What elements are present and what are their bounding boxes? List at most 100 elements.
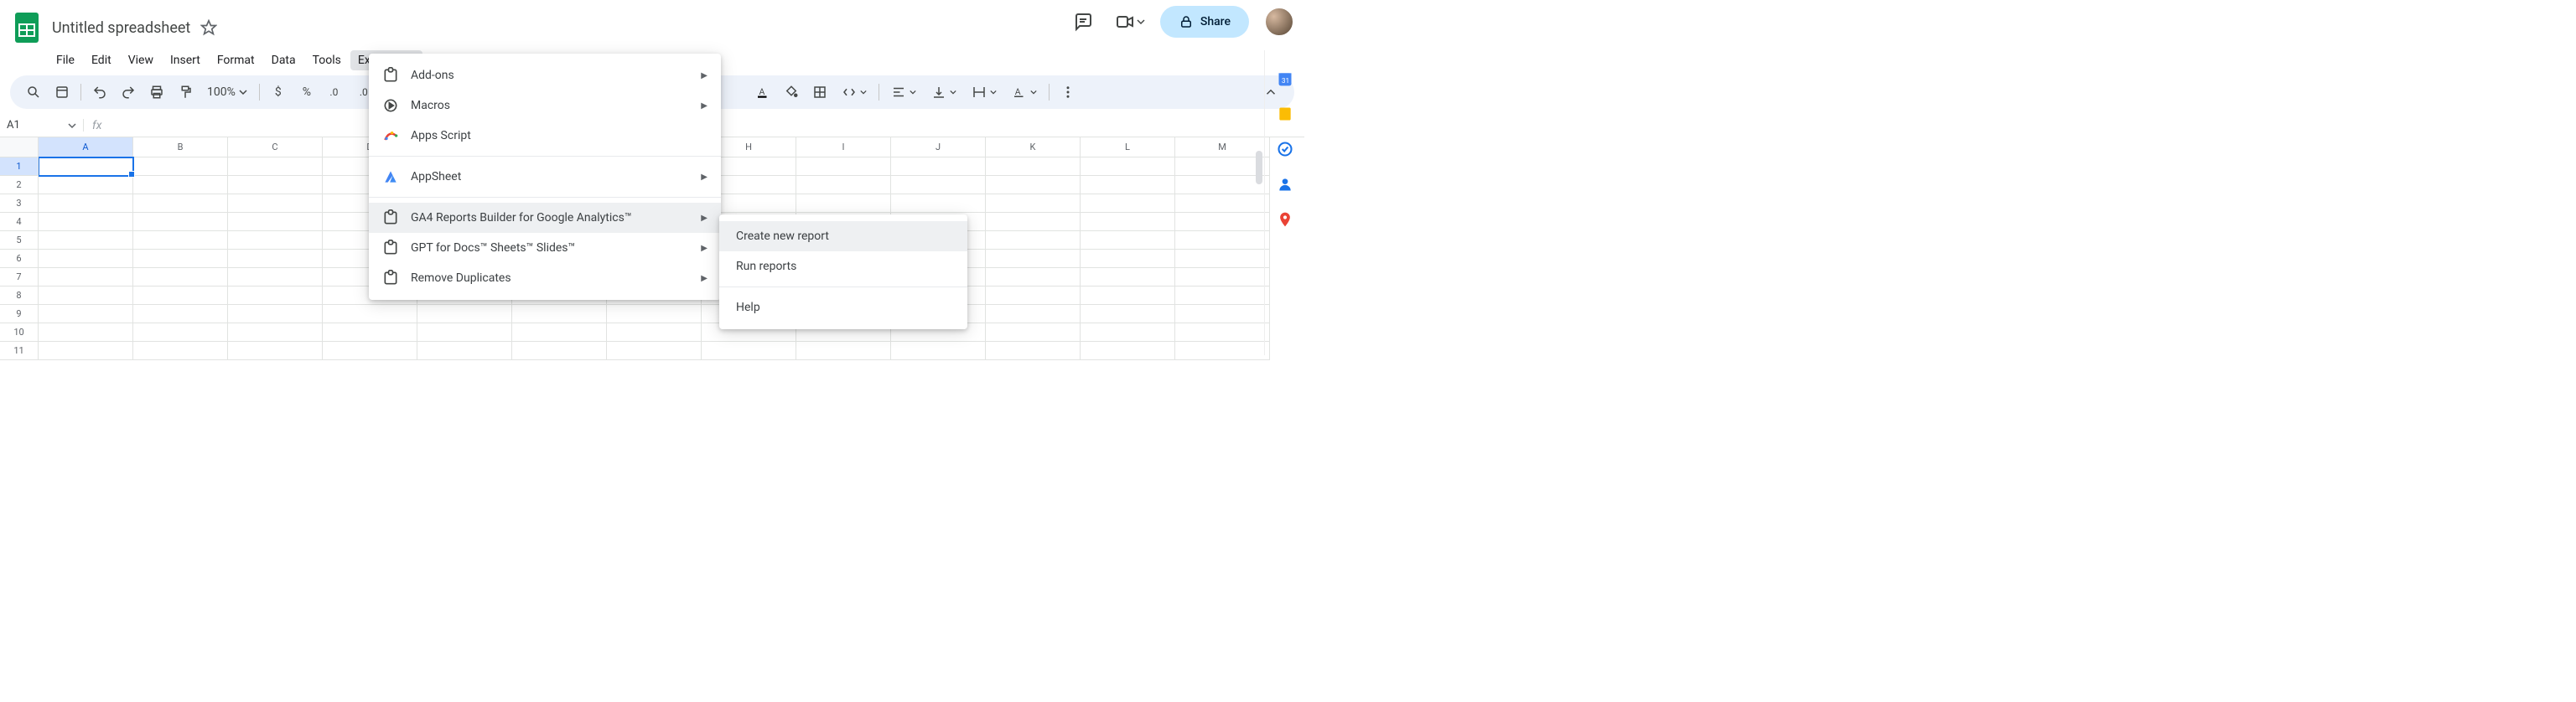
ext-menu-item[interactable]: Macros▶ — [369, 90, 721, 121]
wrap-icon[interactable] — [965, 80, 1003, 105]
row-header[interactable]: 10 — [0, 323, 39, 342]
currency-button[interactable]: $ — [265, 80, 292, 105]
cell[interactable] — [1081, 286, 1175, 305]
cell[interactable] — [607, 323, 702, 342]
row-header[interactable]: 11 — [0, 342, 39, 360]
cell[interactable] — [133, 250, 228, 268]
cell[interactable] — [39, 213, 133, 231]
fill-color-icon[interactable] — [778, 80, 805, 105]
more-icon[interactable] — [1055, 80, 1081, 105]
cell[interactable] — [228, 268, 323, 286]
cell[interactable] — [986, 286, 1081, 305]
menu-insert[interactable]: Insert — [163, 50, 208, 70]
cell[interactable] — [39, 342, 133, 360]
zoom-select[interactable]: 100% — [200, 80, 254, 105]
menu-format[interactable]: Format — [210, 50, 262, 70]
cell[interactable] — [986, 342, 1081, 360]
cell[interactable] — [417, 342, 512, 360]
cell[interactable] — [39, 176, 133, 194]
ext-menu-item[interactable]: AppSheet▶ — [369, 162, 721, 192]
cell[interactable] — [986, 323, 1081, 342]
cell[interactable] — [986, 157, 1081, 176]
menu-edit[interactable]: Edit — [84, 50, 119, 70]
row-header[interactable]: 1 — [0, 157, 39, 176]
search-icon[interactable] — [20, 80, 47, 105]
col-header[interactable]: A — [39, 137, 133, 157]
cell[interactable] — [133, 305, 228, 323]
row-header[interactable]: 5 — [0, 231, 39, 250]
undo-icon[interactable] — [86, 80, 113, 105]
avatar[interactable] — [1264, 7, 1294, 37]
cell[interactable] — [133, 157, 228, 176]
menu-file[interactable]: File — [49, 50, 82, 70]
share-button[interactable]: Share — [1160, 6, 1249, 38]
halign-icon[interactable] — [884, 80, 923, 105]
tasks-icon[interactable] — [1277, 141, 1293, 157]
cell[interactable] — [891, 342, 986, 360]
cell[interactable] — [986, 194, 1081, 213]
row-header[interactable]: 8 — [0, 286, 39, 305]
cell[interactable] — [417, 305, 512, 323]
cell[interactable] — [796, 176, 891, 194]
cell[interactable] — [1175, 342, 1270, 360]
cell[interactable] — [1081, 176, 1175, 194]
percent-button[interactable]: % — [293, 80, 320, 105]
cell[interactable] — [1081, 342, 1175, 360]
cell[interactable] — [1175, 305, 1270, 323]
cell[interactable] — [702, 342, 796, 360]
row-header[interactable]: 4 — [0, 213, 39, 231]
cell[interactable] — [228, 305, 323, 323]
cell[interactable] — [39, 305, 133, 323]
cell[interactable] — [891, 194, 986, 213]
cell[interactable] — [228, 286, 323, 305]
cell[interactable] — [1081, 250, 1175, 268]
cell[interactable] — [1081, 194, 1175, 213]
submenu-item[interactable]: Run reports — [719, 251, 967, 281]
cell[interactable] — [228, 157, 323, 176]
cell[interactable] — [1081, 213, 1175, 231]
merge-icon[interactable] — [835, 80, 873, 105]
cell[interactable] — [39, 268, 133, 286]
ext-menu-item[interactable]: Add-ons▶ — [369, 60, 721, 90]
cell[interactable] — [1081, 268, 1175, 286]
cell[interactable] — [39, 250, 133, 268]
row-header[interactable]: 7 — [0, 268, 39, 286]
print-icon[interactable] — [143, 80, 170, 105]
doc-title[interactable]: Untitled spreadsheet — [47, 18, 195, 39]
ext-menu-item[interactable]: Apps Script — [369, 121, 721, 151]
menus-icon[interactable] — [49, 80, 75, 105]
cell[interactable] — [607, 305, 702, 323]
star-icon[interactable] — [200, 19, 217, 36]
cell[interactable] — [323, 305, 417, 323]
cell[interactable] — [39, 194, 133, 213]
cell[interactable] — [986, 268, 1081, 286]
cell[interactable] — [228, 213, 323, 231]
cell[interactable] — [1175, 231, 1270, 250]
cell[interactable] — [512, 342, 607, 360]
col-header[interactable]: J — [891, 137, 986, 157]
cell[interactable] — [607, 342, 702, 360]
calendar-icon[interactable]: 31 — [1277, 70, 1293, 87]
sheets-logo[interactable] — [10, 11, 44, 44]
row-header[interactable]: 6 — [0, 250, 39, 268]
cell[interactable] — [796, 342, 891, 360]
cell[interactable] — [133, 342, 228, 360]
valign-icon[interactable] — [925, 80, 963, 105]
contacts-icon[interactable] — [1277, 176, 1293, 193]
cell[interactable] — [1175, 250, 1270, 268]
col-header[interactable]: L — [1081, 137, 1175, 157]
decrease-decimal-icon[interactable]: .0 — [322, 80, 349, 105]
cell[interactable] — [228, 342, 323, 360]
cell[interactable] — [1081, 231, 1175, 250]
cell[interactable] — [133, 231, 228, 250]
cell[interactable] — [986, 176, 1081, 194]
comments-icon[interactable] — [1066, 5, 1100, 39]
cell[interactable] — [1175, 286, 1270, 305]
cell[interactable] — [986, 250, 1081, 268]
cell[interactable] — [1175, 323, 1270, 342]
menu-view[interactable]: View — [121, 50, 161, 70]
col-header[interactable]: K — [986, 137, 1081, 157]
row-header[interactable]: 9 — [0, 305, 39, 323]
cell[interactable] — [512, 305, 607, 323]
maps-icon[interactable] — [1277, 211, 1293, 228]
